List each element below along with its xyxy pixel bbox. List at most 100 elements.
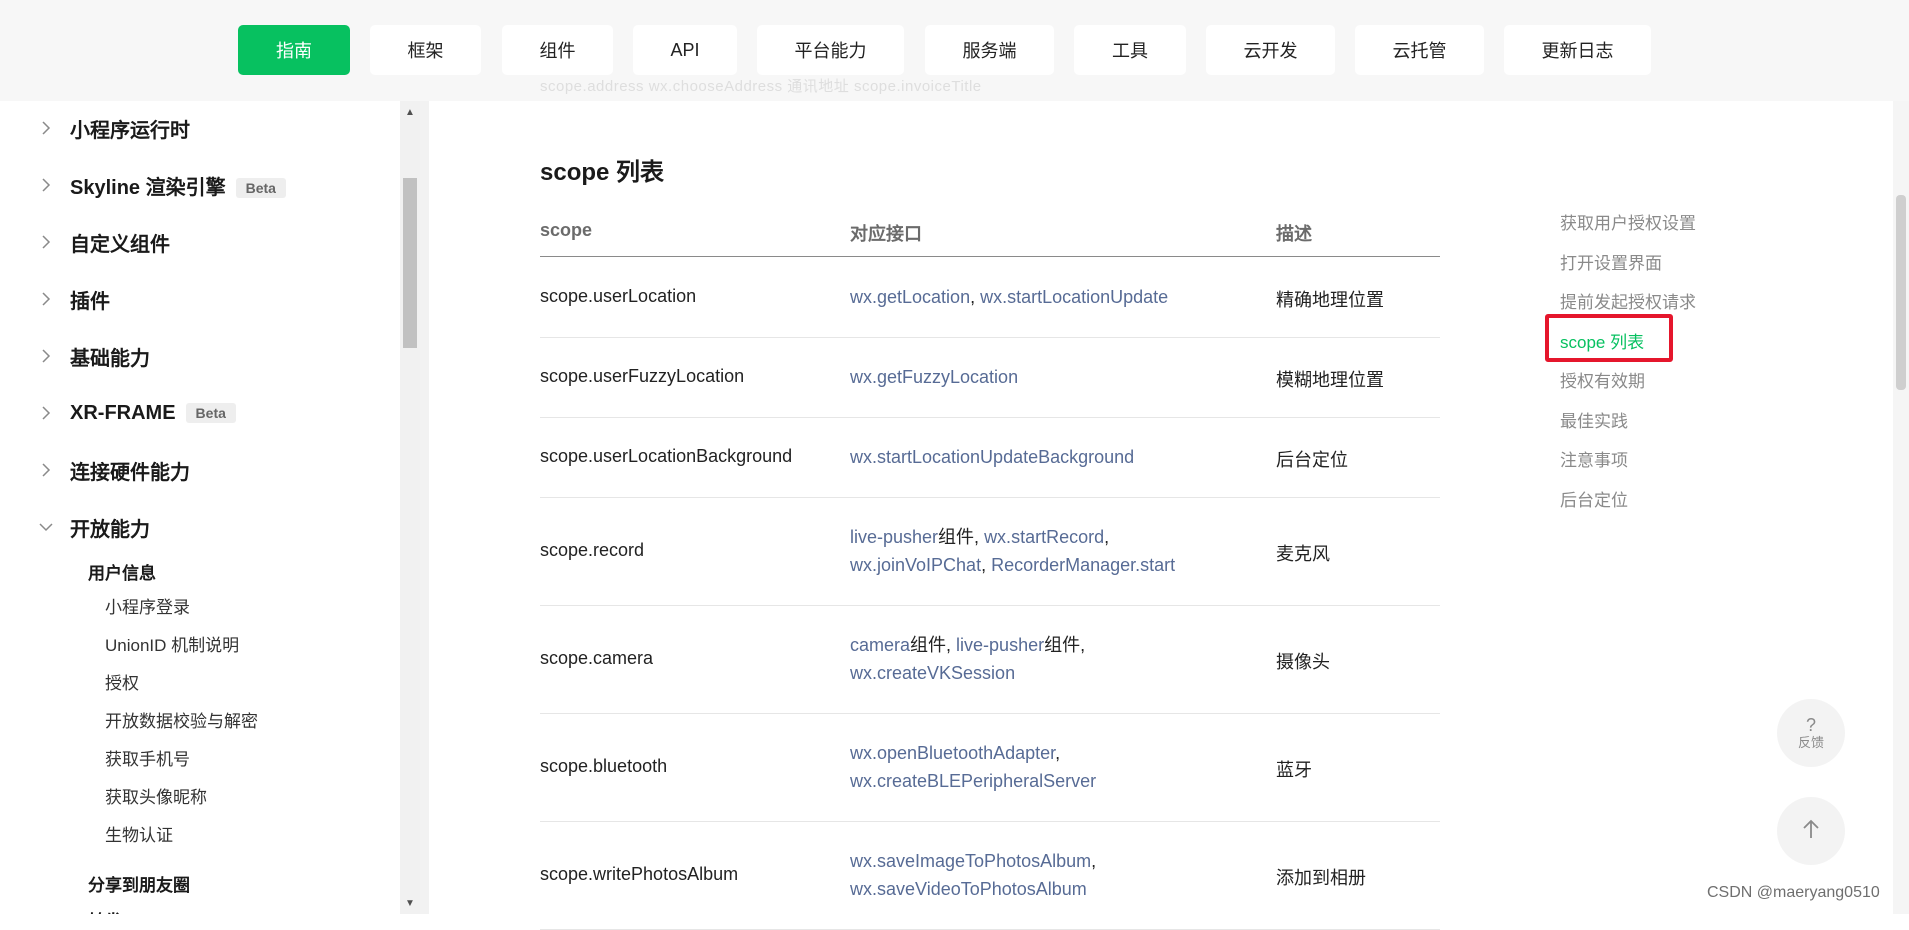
header-api: 对应接口 (850, 224, 922, 244)
toc-item-best-practice[interactable]: 最佳实践 (1560, 407, 1628, 432)
sidebar-item-label: 插件 (70, 290, 110, 313)
scroll-down-arrow-icon[interactable]: ▼ (400, 895, 420, 911)
sidebar-item-label: 小程序运行时 (70, 119, 190, 142)
feedback-label: 反馈 (1797, 735, 1824, 750)
api-link[interactable]: wx.createVKSession (850, 663, 1015, 683)
sidebar-leaf-biometric[interactable]: 生物认证 (105, 821, 173, 846)
sidebar-item-text: Skyline 渲染引擎 (70, 176, 226, 199)
sidebar-item-text: XR-FRAME (70, 401, 176, 424)
cell-scope: scope.record (540, 540, 645, 560)
sidebar-item-basic-abilities[interactable]: 基础能力 (0, 336, 400, 376)
sidebar-item-label: 连接硬件能力 (70, 461, 190, 484)
chevron-down-icon (38, 519, 54, 535)
chevron-right-icon (38, 405, 54, 421)
api-line: wx.startLocationUpdateBackground (850, 443, 1134, 471)
sidebar-item-open-abilities[interactable]: 开放能力 (0, 507, 400, 547)
api-link[interactable]: wx.startLocationUpdate (980, 287, 1168, 307)
sidebar-leaf-phone[interactable]: 获取手机号 (105, 745, 190, 770)
toc-item-notes[interactable]: 注意事项 (1560, 446, 1628, 471)
api-link[interactable]: wx.saveVideoToPhotosAlbum (850, 879, 1087, 899)
api-link[interactable]: live-pusher (850, 527, 938, 547)
beta-badge: Beta (185, 403, 236, 424)
nav-tab-api[interactable]: API (633, 25, 737, 75)
back-to-top-button[interactable] (1777, 797, 1845, 865)
sidebar-item-label: Skyline 渲染引擎 Beta (70, 171, 286, 200)
table-row: scope.record live-pusher组件, wx.startRecor… (540, 497, 1440, 606)
sidebar-item-label: XR-FRAME Beta (70, 402, 236, 425)
api-link[interactable]: wx.getLocation (850, 287, 970, 307)
nav-tab-server[interactable]: 服务端 (925, 25, 1054, 75)
api-link[interactable]: wx.startLocationUpdateBackground (850, 447, 1134, 467)
api-link[interactable]: camera (850, 635, 910, 655)
nav-tab-cloud-dev[interactable]: 云开发 (1206, 25, 1335, 75)
sidebar-item-plugins[interactable]: 插件 (0, 279, 400, 319)
beta-badge: Beta (235, 178, 286, 199)
toc-item-pre-authorize[interactable]: 提前发起授权请求 (1560, 288, 1696, 313)
nav-tab-guide[interactable]: 指南 (238, 25, 350, 75)
api-link[interactable]: wx.getFuzzyLocation (850, 367, 1018, 387)
api-link[interactable]: live-pusher (956, 635, 1044, 655)
sidebar-leaf-open-data[interactable]: 开放数据校验与解密 (105, 707, 258, 732)
api-link[interactable]: wx.openBluetoothAdapter (850, 743, 1055, 763)
api-link[interactable]: wx.createBLEPeripheralServer (850, 771, 1096, 791)
api-link[interactable]: wx.saveImageToPhotosAlbum (850, 851, 1091, 871)
sidebar-item-runtime[interactable]: 小程序运行时 (0, 108, 400, 148)
sidebar-item-label: 自定义组件 (70, 233, 170, 256)
toc-item-background-location[interactable]: 后台定位 (1560, 486, 1628, 511)
page-scrollbar-thumb[interactable] (1896, 195, 1906, 390)
api-text: , (970, 287, 981, 307)
toc-item-get-settings[interactable]: 获取用户授权设置 (1560, 209, 1696, 234)
sidebar-item-xr-frame[interactable]: XR-FRAME Beta (0, 393, 400, 433)
header-scope: scope (540, 220, 593, 240)
api-line: wx.saveVideoToPhotosAlbum (850, 875, 1096, 903)
cell-scope: scope.camera (540, 648, 654, 668)
sidebar-item-skyline[interactable]: Skyline 渲染引擎 Beta (0, 165, 400, 205)
cell-api: wx.saveImageToPhotosAlbum, wx.saveVideoTo… (850, 847, 1096, 903)
sidebar-item-label: 基础能力 (70, 347, 150, 370)
sidebar-leaf-login[interactable]: 小程序登录 (105, 593, 190, 618)
sidebar-leaf-unionid[interactable]: UnionID 机制说明 (105, 631, 239, 656)
table-row: scope.userLocation wx.getLocation, wx.sta… (540, 257, 1440, 338)
chevron-right-icon (38, 234, 54, 250)
section-title: scope 列表 (540, 159, 665, 186)
nav-tab-cloud-hosting[interactable]: 云托管 (1355, 25, 1484, 75)
sidebar-scrollbar-thumb[interactable] (403, 178, 417, 348)
toc-item-validity[interactable]: 授权有效期 (1560, 367, 1645, 392)
api-link[interactable]: wx.startRecord (984, 527, 1104, 547)
cell-api: wx.startLocationUpdateBackground (850, 443, 1134, 471)
feedback-button[interactable]: ? 反馈 (1777, 699, 1845, 767)
scroll-up-arrow-icon[interactable]: ▲ (400, 104, 420, 120)
sidebar-subsection-forward[interactable]: 转发 (88, 907, 122, 914)
chevron-right-icon (38, 177, 54, 193)
api-text: 组件, (1044, 635, 1086, 655)
cell-desc: 精确地理位置 (1276, 290, 1384, 310)
api-text: , (1055, 743, 1061, 763)
cell-desc: 模糊地理位置 (1276, 370, 1384, 390)
api-link[interactable]: wx.joinVoIPChat (850, 555, 981, 575)
api-text: , (1104, 527, 1110, 547)
cell-scope: scope.userLocation (540, 286, 697, 306)
table-row: scope.bluetooth wx.openBluetoothAdapter, w… (540, 713, 1440, 822)
sidebar-leaf-authorize[interactable]: 授权 (105, 669, 139, 694)
api-link[interactable]: RecorderManager.start (991, 555, 1175, 575)
cell-scope: scope.userLocationBackground (540, 446, 793, 466)
chevron-right-icon (38, 291, 54, 307)
question-icon: ? (1805, 715, 1816, 735)
nav-tab-components[interactable]: 组件 (502, 25, 613, 75)
toc-item-open-settings[interactable]: 打开设置界面 (1560, 249, 1662, 274)
sidebar-item-hardware[interactable]: 连接硬件能力 (0, 450, 400, 490)
content-gutter (420, 101, 429, 914)
api-text: , (1091, 851, 1097, 871)
sidebar-leaf-avatar-nickname[interactable]: 获取头像昵称 (105, 783, 207, 808)
nav-tab-framework[interactable]: 框架 (370, 25, 481, 75)
cell-api: wx.getLocation, wx.startLocationUpdate (850, 283, 1168, 311)
sidebar-item-custom-components[interactable]: 自定义组件 (0, 222, 400, 262)
nav-tab-platform[interactable]: 平台能力 (757, 25, 904, 75)
cell-desc: 摄像头 (1276, 652, 1330, 672)
api-line: wx.createVKSession (850, 659, 1085, 687)
sidebar-subsection-moments[interactable]: 分享到朋友圈 (88, 871, 190, 896)
api-line: camera组件, live-pusher组件, (850, 631, 1085, 659)
nav-tab-changelog[interactable]: 更新日志 (1504, 25, 1651, 75)
nav-tab-tools[interactable]: 工具 (1074, 25, 1186, 75)
sidebar-subsection-user-info[interactable]: 用户信息 (88, 559, 156, 584)
